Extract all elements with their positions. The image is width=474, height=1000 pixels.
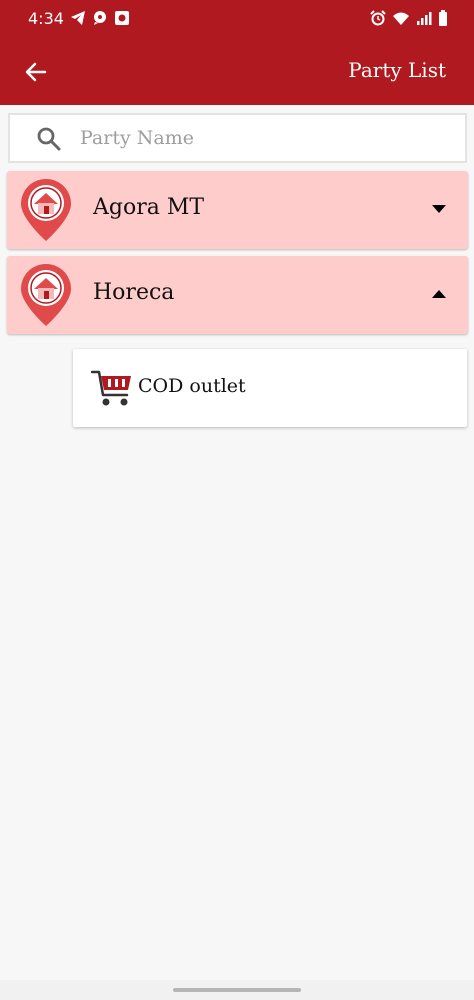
party-group-horeca[interactable]: Horeca — [7, 256, 468, 334]
party-group-agora-mt[interactable]: Agora MT — [7, 171, 468, 249]
search-bar — [8, 113, 467, 163]
status-time: 4:34 — [28, 9, 64, 28]
status-bar: 4:34 — [0, 0, 474, 38]
battery-icon — [439, 10, 447, 26]
arrow-left-icon — [25, 62, 47, 82]
home-pin-icon — [21, 179, 71, 241]
signal-icon — [417, 12, 432, 25]
home-pin-icon — [21, 264, 71, 326]
search-input[interactable] — [80, 123, 450, 153]
alarm-icon — [370, 10, 386, 26]
page-title: Party List — [348, 58, 446, 82]
telegram-icon — [71, 11, 85, 25]
cart-icon — [91, 370, 131, 406]
app-icon — [115, 11, 129, 25]
group-label: Horeca — [93, 280, 175, 305]
party-item-label: COD outlet — [138, 375, 246, 397]
chat-icon — [94, 11, 106, 25]
group-label: Agora MT — [93, 195, 205, 220]
back-button[interactable] — [20, 56, 52, 88]
home-gesture-handle[interactable] — [173, 988, 301, 992]
chevron-up-icon[interactable] — [432, 290, 446, 298]
wifi-icon — [393, 12, 409, 25]
search-icon — [37, 127, 61, 151]
party-item-cod-outlet[interactable]: COD outlet — [73, 349, 467, 427]
chevron-down-icon[interactable] — [432, 205, 446, 213]
app-bar: 4:34 Party List — [0, 0, 474, 105]
